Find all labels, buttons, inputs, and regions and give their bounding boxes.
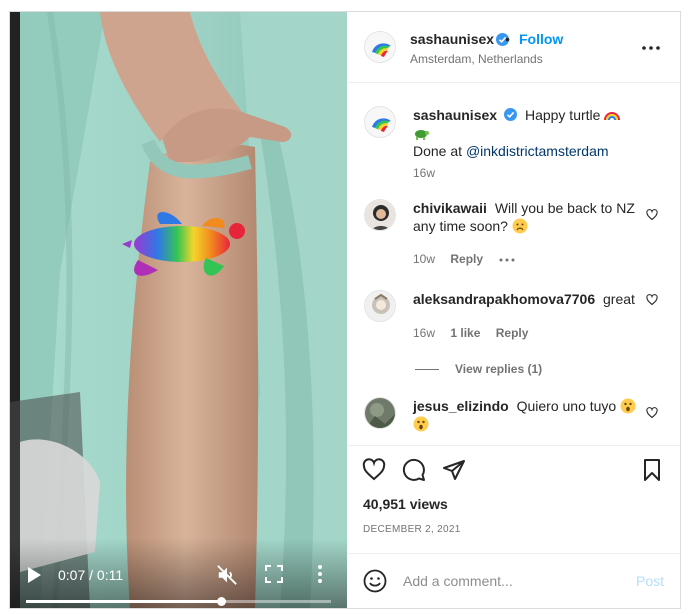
view-replies-button[interactable]: View replies (1): [415, 362, 542, 376]
post-location[interactable]: Amsterdam, Netherlands: [410, 52, 543, 66]
view-replies-label: View replies (1): [455, 362, 543, 376]
replies-divider: [415, 368, 439, 370]
mention-link[interactable]: @inkdistrictamsterdam: [466, 143, 609, 159]
rainbow-emoji-icon: [604, 112, 621, 121]
video-progress-fill: [26, 600, 222, 603]
comment-composer: Post: [347, 553, 680, 608]
avatar[interactable]: [364, 31, 396, 63]
emoji-picker-icon[interactable]: [363, 569, 387, 593]
avatar[interactable]: [364, 397, 396, 429]
post-side-panel: sashaunisex • Follow Amsterdam, Netherla…: [347, 12, 680, 608]
comment-likes[interactable]: 1 like: [450, 326, 480, 340]
save-bookmark-icon[interactable]: [640, 458, 664, 482]
video-more-options-icon[interactable]: [313, 563, 327, 585]
comment-username[interactable]: chivikawaii: [413, 200, 487, 216]
comments-list: sashaunisex Happy turtle Done at @inkdis…: [347, 83, 680, 446]
comment-text: jesus_elizindo Quiero uno tuyo: [413, 397, 638, 433]
verified-badge-icon: [504, 108, 518, 121]
avatar[interactable]: [364, 106, 396, 138]
post-date[interactable]: DECEMBER 2, 2021: [347, 524, 680, 535]
post-actions: [347, 450, 680, 494]
rainbow-turtle-logo-icon: [365, 32, 395, 62]
share-paper-plane-icon[interactable]: [442, 458, 466, 482]
reply-button[interactable]: Reply: [496, 326, 529, 340]
comment-time[interactable]: 16w: [413, 166, 435, 180]
muted-speaker-icon[interactable]: [216, 564, 238, 586]
like-comment-heart-icon[interactable]: [646, 294, 658, 306]
reply-button[interactable]: Reply: [450, 252, 483, 266]
play-icon[interactable]: [26, 566, 42, 584]
comment-input[interactable]: [403, 570, 613, 592]
comment-username[interactable]: sashaunisex: [413, 107, 497, 123]
caption-text: sashaunisex Happy turtle Done at @inkdis…: [413, 106, 638, 160]
follow-button[interactable]: Follow: [519, 31, 563, 47]
comment-text: aleksandrapakhomova7706 great: [413, 290, 638, 308]
astonished-face-emoji-icon: [620, 398, 636, 414]
comment-more-icon[interactable]: [498, 257, 516, 263]
video-frame: [10, 12, 347, 608]
header-separator: •: [505, 31, 510, 47]
comment-meta: 10w Reply: [413, 252, 516, 266]
view-count[interactable]: 40,951 views: [347, 496, 680, 512]
avatar[interactable]: [364, 290, 396, 322]
post-comment-button[interactable]: Post: [636, 573, 664, 589]
avatar[interactable]: [364, 199, 396, 231]
turtle-emoji-icon: [415, 130, 429, 140]
like-heart-icon[interactable]: [362, 458, 386, 482]
comment-bubble-icon[interactable]: [402, 458, 426, 482]
comment-time[interactable]: 10w: [413, 252, 435, 266]
comment-body: great: [603, 291, 635, 307]
comment-body: Quiero uno tuyo: [516, 398, 617, 414]
comment-username[interactable]: jesus_elizindo: [413, 398, 509, 414]
user-photo-icon: [365, 200, 395, 230]
post-header: sashaunisex • Follow Amsterdam, Netherla…: [347, 12, 680, 83]
video-progress-handle[interactable]: [217, 597, 227, 606]
video-controls: 0:07 / 0:11: [10, 538, 347, 608]
more-options-icon[interactable]: [641, 40, 661, 56]
caption-body-2: Done at: [413, 143, 463, 159]
comment-time[interactable]: 16w: [413, 326, 435, 340]
rainbow-turtle-logo-icon: [365, 107, 395, 137]
like-comment-heart-icon[interactable]: [646, 407, 658, 419]
post-author-username[interactable]: sashaunisex: [410, 31, 494, 47]
comment-meta: 16w: [413, 166, 447, 180]
astonished-face-emoji-icon: [413, 416, 429, 432]
video-player[interactable]: 0:07 / 0:11: [10, 12, 347, 608]
caption-body: Happy turtle: [524, 107, 601, 123]
user-photo-icon: [365, 291, 395, 321]
comment-text: chivikawaii Will you be back to NZ any t…: [413, 199, 638, 235]
fullscreen-icon[interactable]: [265, 565, 283, 583]
video-timestamp: 0:07 / 0:11: [58, 567, 124, 583]
video-progress-bar[interactable]: [26, 597, 331, 606]
comment-username[interactable]: aleksandrapakhomova7706: [413, 291, 595, 307]
user-photo-icon: [365, 398, 395, 428]
frowning-face-emoji-icon: [512, 218, 528, 234]
instagram-post: 0:07 / 0:11 sashaunisex • Follow Amsterd…: [9, 11, 681, 609]
like-comment-heart-icon[interactable]: [646, 209, 658, 221]
comment-meta: 16w 1 like Reply: [413, 326, 540, 340]
